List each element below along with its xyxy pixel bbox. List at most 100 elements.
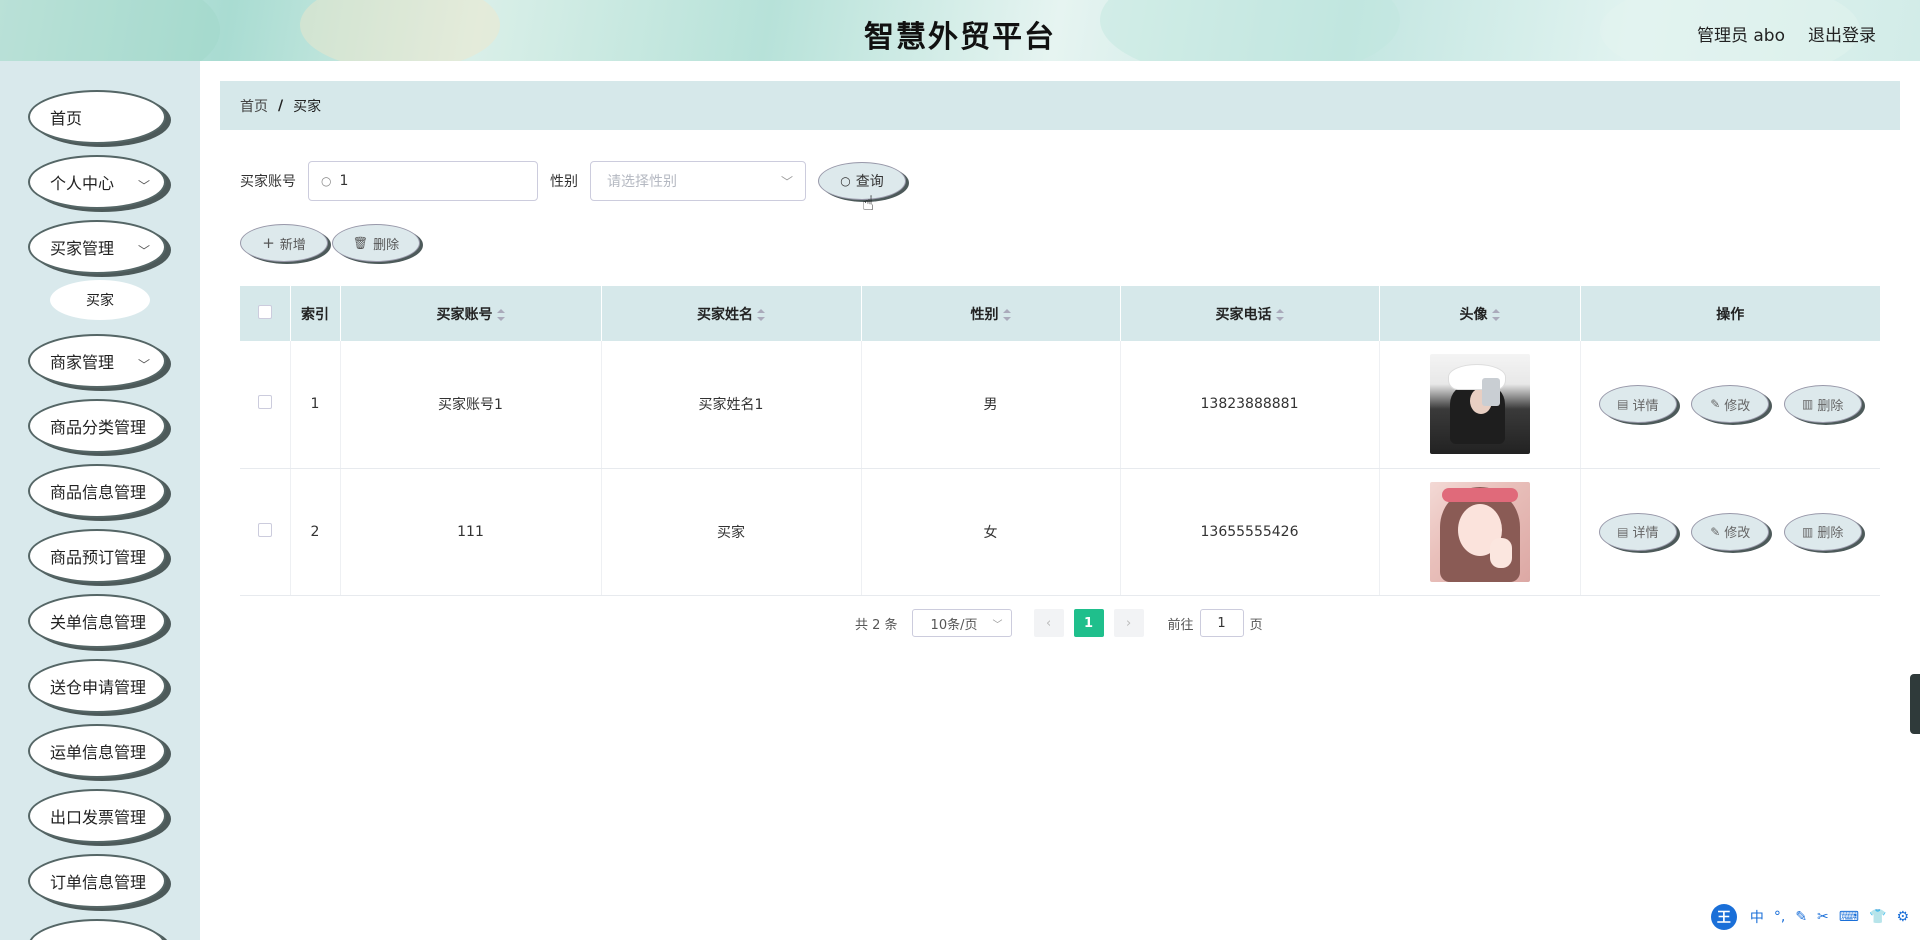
page-number-current[interactable]: 1 <box>1073 609 1104 637</box>
sidebar-item-label: 关单信息管理 <box>50 613 147 632</box>
sidebar-item-customs-info-management[interactable]: 关单信息管理 <box>28 594 166 648</box>
sidebar-item-label: 商品信息管理 <box>50 483 147 502</box>
sidebar-subitem-buyer[interactable]: 买家 <box>50 280 150 320</box>
table-row: 2 111 买家 女 13655555426 ▤ 详情 ✎ 修改 ▥ 删除 <box>240 468 1880 596</box>
ime-toolbar: 王 中 °, ✎ ✂ ⌨ 👕 ⚙ <box>1710 904 1914 930</box>
trash-icon: 🗑 <box>352 236 369 250</box>
sidebar-item-label: 首页 <box>50 109 83 128</box>
ime-chinese-mode[interactable]: 中 <box>1750 907 1764 927</box>
table-row: 1 买家账号1 买家姓名1 男 13823888881 ▤ 详情 ✎ 修改 ▥ 删除 <box>240 341 1880 469</box>
header-account[interactable]: 买家账号 <box>340 286 602 341</box>
sidebar-item-product-reservation-management[interactable]: 商品预订管理 <box>28 529 166 583</box>
sidebar-item-label: 商品分类管理 <box>50 418 147 437</box>
next-page-button[interactable]: › <box>1113 609 1144 637</box>
sort-icon[interactable] <box>496 308 505 321</box>
ime-handwriting-icon[interactable]: ✎ <box>1795 909 1807 925</box>
account-search-input[interactable]: ○ 1 <box>308 161 538 201</box>
batch-delete-button[interactable]: 🗑 删除 <box>332 224 420 262</box>
sidebar-item-personal-center[interactable]: 个人中心 ﹀ <box>28 155 166 209</box>
ime-logo-icon[interactable]: 王 <box>1710 904 1737 930</box>
page-size-select[interactable]: 10条/页 ﹀ <box>911 609 1012 637</box>
top-header: 智慧外贸平台 管理员 abo 退出登录 <box>0 0 1920 61</box>
pagination-total: 共 2 条 <box>855 617 898 633</box>
buyer-table: 索引 买家账号 买家姓名 性别 买家电话 头像 操作 1 买家账号1 买家姓名1… <box>240 286 1880 596</box>
side-panel-handle[interactable] <box>1910 674 1920 734</box>
cell-index: 1 <box>290 341 341 469</box>
detail-button-label: 详情 <box>1632 526 1659 541</box>
gender-select[interactable]: 请选择性别 ﹀ <box>590 161 806 201</box>
breadcrumb-home[interactable]: 首页 <box>240 96 268 116</box>
row-checkbox[interactable] <box>257 395 272 410</box>
select-all-checkbox[interactable] <box>257 304 272 319</box>
prev-page-button[interactable]: ‹ <box>1033 609 1064 637</box>
cell-name: 买家 <box>601 468 862 596</box>
header-gender[interactable]: 性别 <box>861 286 1121 341</box>
cell-account: 111 <box>340 468 602 596</box>
chevron-down-icon: ﹀ <box>137 358 150 372</box>
breadcrumb-current: 买家 <box>293 98 322 115</box>
sidebar-item-label: 买家 <box>86 293 114 309</box>
ime-screenshot-icon[interactable]: ✂ <box>1817 909 1829 925</box>
sort-icon[interactable] <box>1002 308 1011 321</box>
header-name[interactable]: 买家姓名 <box>601 286 862 341</box>
header-avatar[interactable]: 头像 <box>1379 286 1581 341</box>
hand-cursor-icon: ☝ <box>862 191 875 215</box>
edit-button[interactable]: ✎ 修改 <box>1691 512 1770 551</box>
logout-link[interactable]: 退出登录 <box>1808 21 1876 46</box>
chevron-down-icon: ﹀ <box>137 179 150 193</box>
delete-button[interactable]: ▥ 删除 <box>1783 385 1862 424</box>
sidebar-item-warehouse-request-management[interactable]: 送仓申请管理 <box>28 659 166 713</box>
cell-ops: ▤ 详情 ✎ 修改 ▥ 删除 <box>1580 468 1880 596</box>
avatar[interactable] <box>1429 354 1530 455</box>
sort-icon[interactable] <box>757 308 765 321</box>
cell-phone: 13655555426 <box>1120 468 1380 596</box>
gender-label: 性别 <box>550 174 578 190</box>
goto-page-input[interactable]: 1 <box>1199 609 1244 637</box>
detail-button[interactable]: ▤ 详情 <box>1598 385 1677 424</box>
sidebar-item-label: 商品预订管理 <box>50 548 147 567</box>
goto-prefix: 前往 <box>1167 617 1194 633</box>
cell-avatar <box>1379 341 1581 469</box>
sidebar-item-label: 个人中心 <box>50 174 115 193</box>
add-button-label: 新增 <box>279 237 306 253</box>
sidebar-item-order-info-management[interactable]: 订单信息管理 <box>28 854 166 908</box>
cell-account: 买家账号1 <box>340 341 602 469</box>
sidebar-item-label: 出口发票管理 <box>50 808 147 827</box>
sort-icon[interactable] <box>1275 308 1284 321</box>
ime-settings-icon[interactable]: ⚙ <box>1896 909 1909 925</box>
ime-punctuation-icon[interactable]: °, <box>1774 909 1785 925</box>
avatar-detail <box>1489 537 1512 568</box>
search-icon: ○ <box>840 174 851 188</box>
sidebar-item-export-invoice-management[interactable]: 出口发票管理 <box>28 789 166 843</box>
chevron-right-icon: › <box>1125 615 1132 631</box>
ime-skin-icon[interactable]: 👕 <box>1869 909 1886 925</box>
sidebar: 首页 个人中心 ﹀ 买家管理 ﹀ 买家 商家管理 ﹀ 商品分类管理 商品信息管理… <box>0 61 200 940</box>
sidebar-item-product-info-management[interactable]: 商品信息管理 <box>28 464 166 518</box>
sidebar-item-home[interactable]: 首页 <box>28 90 166 144</box>
header-phone[interactable]: 买家电话 <box>1120 286 1380 341</box>
add-button[interactable]: + 新增 <box>240 224 328 262</box>
cell-ops: ▤ 详情 ✎ 修改 ▥ 删除 <box>1580 341 1880 469</box>
sort-icon[interactable] <box>1491 308 1500 321</box>
detail-button[interactable]: ▤ 详情 <box>1598 512 1677 551</box>
row-checkbox[interactable] <box>257 522 272 537</box>
edit-button-label: 修改 <box>1724 398 1751 414</box>
avatar-detail <box>1441 487 1518 502</box>
delete-button[interactable]: ▥ 删除 <box>1783 512 1862 551</box>
sidebar-item-buyer-management[interactable]: 买家管理 ﹀ <box>28 220 166 274</box>
table-header-row: 索引 买家账号 买家姓名 性别 买家电话 头像 操作 <box>240 286 1880 341</box>
row-select-cell <box>240 341 291 469</box>
sidebar-item-waybill-management[interactable]: 运单信息管理 <box>28 724 166 778</box>
chevron-down-icon: ﹀ <box>992 620 1003 631</box>
sidebar-item-category-management[interactable]: 商品分类管理 <box>28 399 166 453</box>
plus-icon: + <box>262 234 275 252</box>
header-avatar-label: 头像 <box>1459 306 1488 323</box>
avatar[interactable] <box>1429 481 1530 582</box>
edit-button[interactable]: ✎ 修改 <box>1691 385 1770 424</box>
delete-button-label: 删除 <box>373 237 400 253</box>
sidebar-item-more[interactable] <box>28 919 166 940</box>
header-account-label: 买家账号 <box>436 306 493 323</box>
sidebar-item-merchant-management[interactable]: 商家管理 ﹀ <box>28 334 166 388</box>
avatar-detail <box>1481 378 1500 407</box>
ime-keyboard-icon[interactable]: ⌨ <box>1839 909 1859 925</box>
